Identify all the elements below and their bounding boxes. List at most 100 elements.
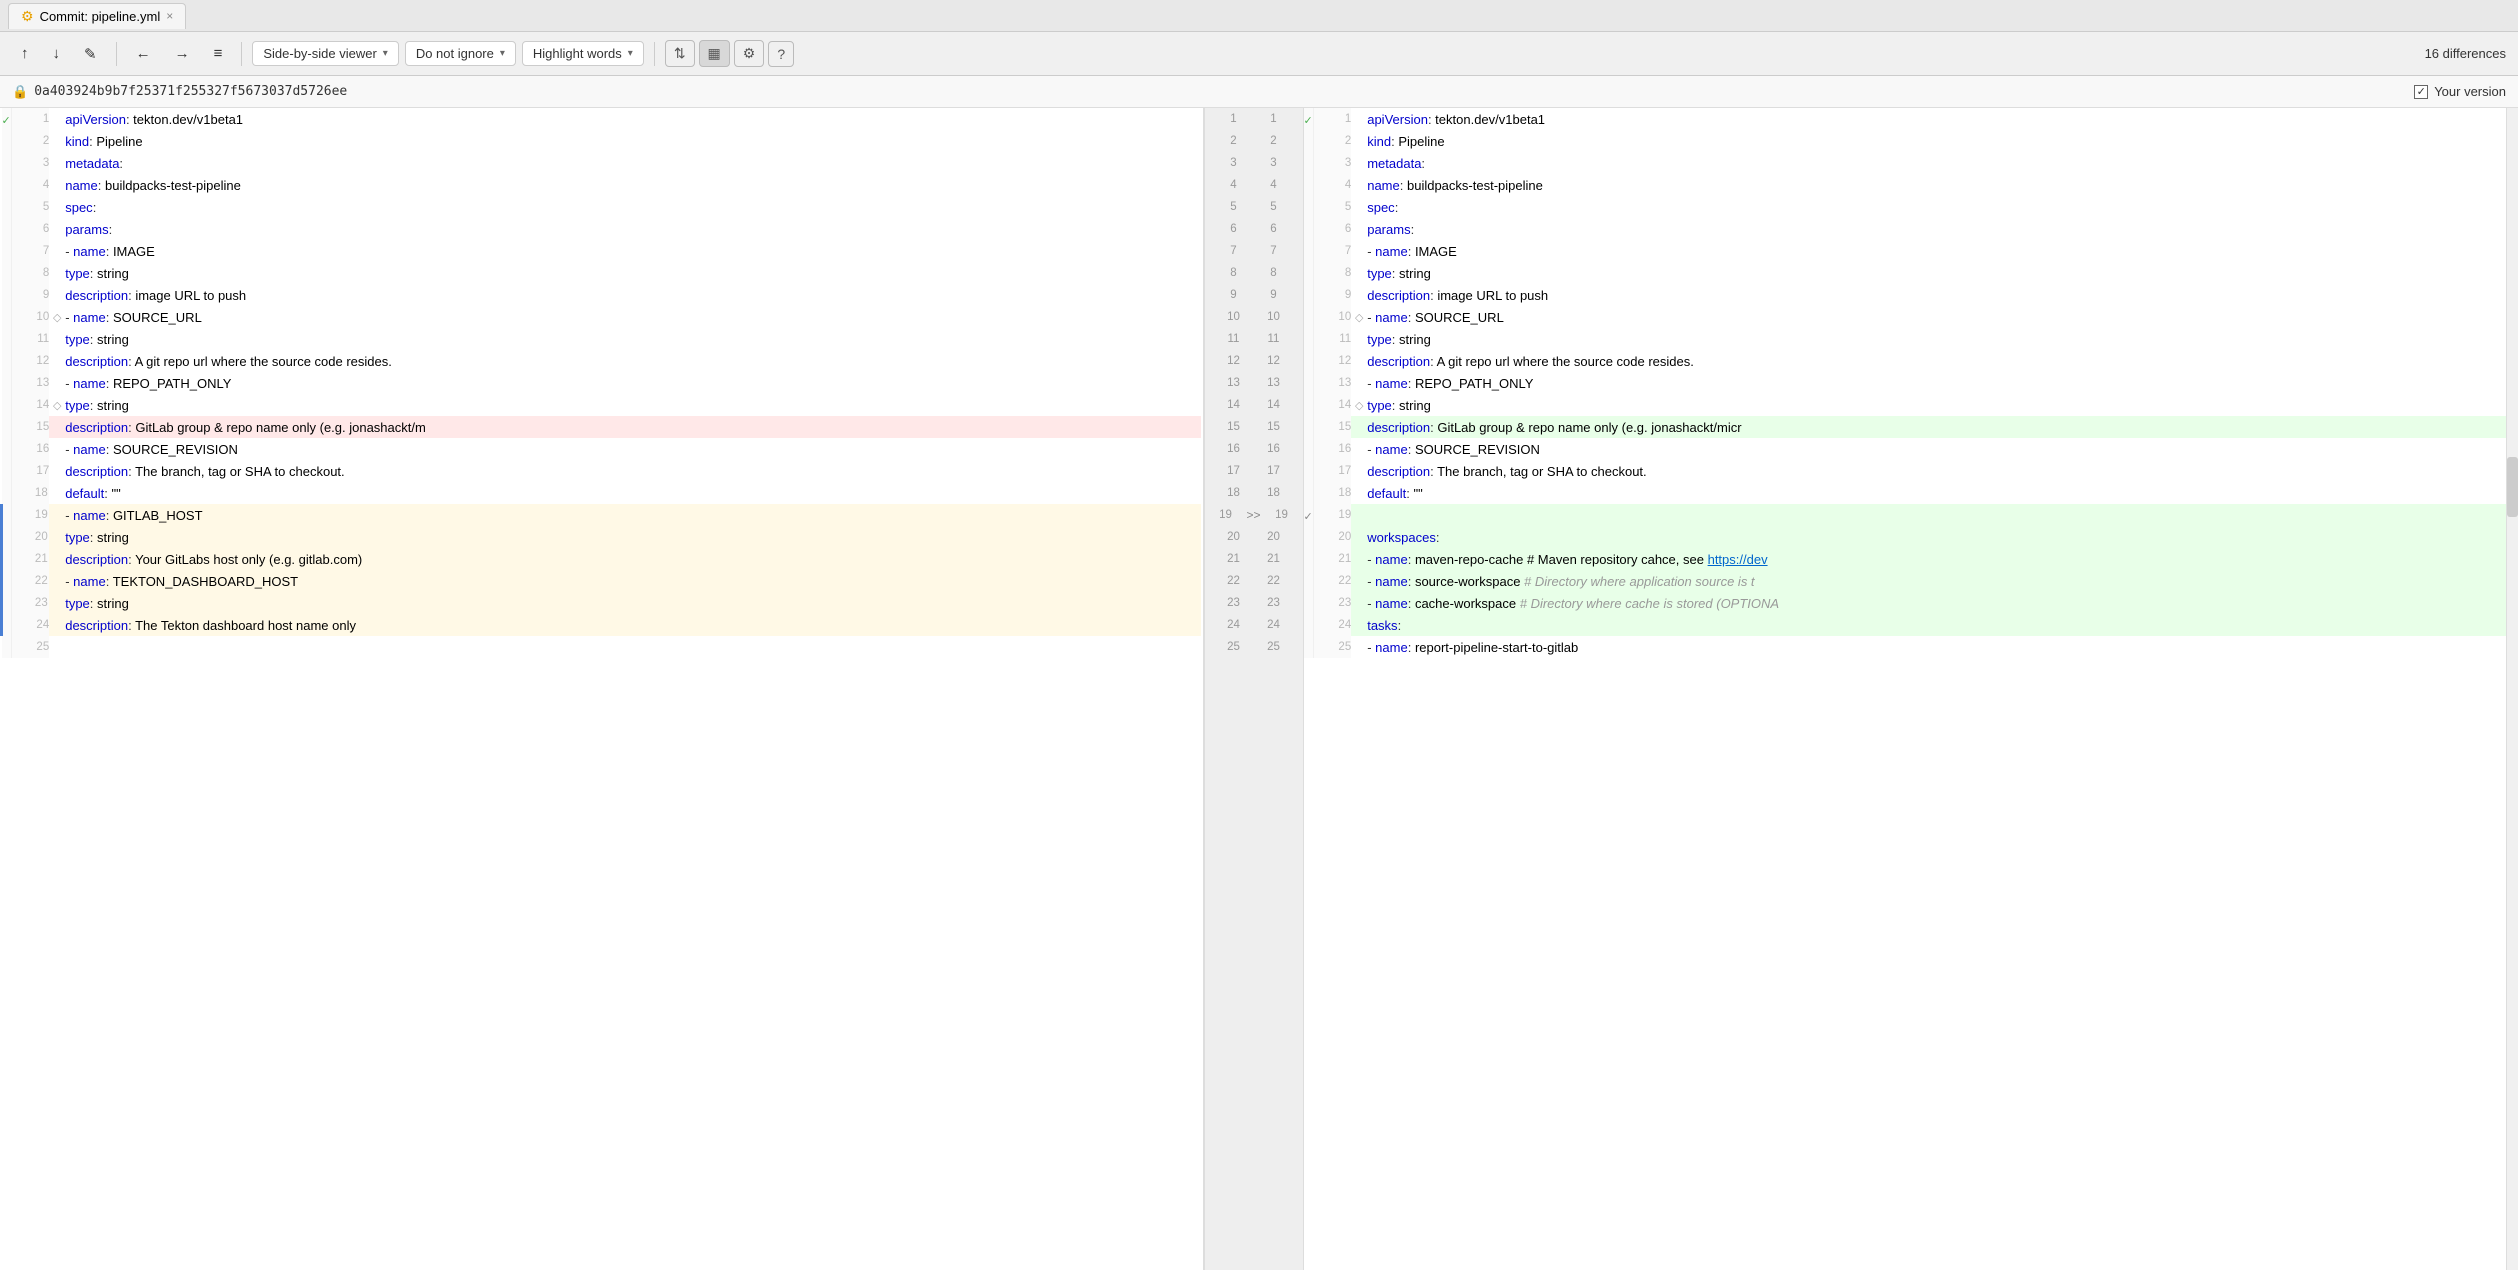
right-row-marker: [1351, 262, 1367, 284]
columns-icon-button[interactable]: ▦: [699, 40, 730, 67]
left-row-code: [65, 636, 1201, 658]
left-row-code: metadata:: [65, 152, 1201, 174]
right-diff-panel[interactable]: ✓ 1 apiVersion: tekton.dev/v1beta1 2 kin…: [1304, 108, 2507, 1270]
left-row-linenum: 24: [11, 614, 49, 636]
ignore-dropdown[interactable]: Do not ignore ▾: [405, 41, 516, 66]
left-row-linenum: 3: [11, 152, 49, 174]
center-left-linenum: 22: [1215, 575, 1253, 587]
settings-icon-button[interactable]: ⚙: [734, 40, 765, 67]
left-row-linenum: 6: [11, 218, 49, 240]
tab-file-icon: ⚙: [21, 8, 34, 25]
right-diff-row: 9 description: image URL to push: [1304, 284, 2507, 306]
right-row-linenum: 24: [1313, 614, 1351, 636]
right-row-linenum: 13: [1313, 372, 1351, 394]
center-right-linenum: 5: [1255, 201, 1293, 213]
right-diff-row: 2 kind: Pipeline: [1304, 130, 2507, 152]
right-row-code: - name: maven-repo-cache # Maven reposit…: [1367, 548, 2506, 570]
center-right-linenum: 13: [1255, 377, 1293, 389]
right-diff-table: ✓ 1 apiVersion: tekton.dev/v1beta1 2 kin…: [1304, 108, 2507, 658]
left-row-marker: [49, 482, 65, 504]
right-diff-row: 13 - name: REPO_PATH_ONLY: [1304, 372, 2507, 394]
right-row-gutter: [1304, 614, 1314, 636]
viewer-dropdown[interactable]: Side-by-side viewer ▾: [252, 41, 398, 66]
scrollbar-thumb[interactable]: [2507, 457, 2518, 517]
right-row-gutter: [1304, 174, 1314, 196]
left-row-code: type: string: [65, 328, 1201, 350]
left-row-linenum: 17: [11, 460, 49, 482]
right-row-marker: [1351, 130, 1367, 152]
center-right-linenum: 1: [1255, 113, 1293, 125]
left-row-linenum: 20: [11, 526, 49, 548]
right-row-gutter: [1304, 130, 1314, 152]
tab-pipeline-yml[interactable]: ⚙ Commit: pipeline.yml ×: [8, 3, 186, 29]
left-row-code: - name: SOURCE_REVISION: [65, 438, 1201, 460]
sync-icon-button[interactable]: ⇅: [665, 40, 695, 67]
your-version-checkbox[interactable]: ✓: [2414, 85, 2428, 99]
center-left-linenum: 4: [1215, 179, 1253, 191]
left-diff-row: 25: [2, 636, 1202, 658]
right-row-gutter: [1304, 306, 1314, 328]
right-row-code: [1367, 504, 2506, 526]
left-row-marker: ◇: [49, 394, 65, 416]
center-right-linenum: 15: [1255, 421, 1293, 433]
right-row-linenum: 14: [1313, 394, 1351, 416]
left-row-code: description: The branch, tag or SHA to c…: [65, 460, 1201, 482]
scroll-down-button[interactable]: ↓: [44, 40, 70, 67]
left-diff-row: 4 name: buildpacks-test-pipeline: [2, 174, 1202, 196]
left-row-linenum: 5: [11, 196, 49, 218]
center-right-linenum: 4: [1255, 179, 1293, 191]
tab-close-button[interactable]: ×: [166, 9, 173, 23]
right-row-marker: [1351, 108, 1367, 130]
right-diff-row: 21 - name: maven-repo-cache # Maven repo…: [1304, 548, 2507, 570]
right-row-marker: [1351, 504, 1367, 526]
left-row-linenum: 15: [11, 416, 49, 438]
left-row-marker: [49, 108, 65, 130]
left-diff-panel[interactable]: ✓ 1 apiVersion: tekton.dev/v1beta1 2 kin…: [0, 108, 1204, 1270]
left-row-marker: [49, 438, 65, 460]
center-gutter-row: 7 7: [1205, 240, 1303, 262]
center-left-linenum: 15: [1215, 421, 1253, 433]
help-icon-button[interactable]: ?: [768, 41, 794, 67]
right-row-gutter: [1304, 350, 1314, 372]
left-row-marker: [49, 570, 65, 592]
right-row-linenum: 9: [1313, 284, 1351, 306]
center-gutter-row: 17 17: [1205, 460, 1303, 482]
highlight-dropdown[interactable]: Highlight words ▾: [522, 41, 644, 66]
left-row-linenum: 18: [11, 482, 49, 504]
left-diff-row: 9 description: image URL to push: [2, 284, 1202, 306]
right-diff-row: 12 description: A git repo url where the…: [1304, 350, 2507, 372]
right-row-marker: [1351, 636, 1367, 658]
right-row-gutter: [1304, 372, 1314, 394]
back-button[interactable]: ←: [127, 40, 160, 67]
left-row-gutter: [2, 262, 12, 284]
left-row-code: - name: REPO_PATH_ONLY: [65, 372, 1201, 394]
right-row-linenum: 4: [1313, 174, 1351, 196]
center-left-linenum: 13: [1215, 377, 1253, 389]
left-row-linenum: 9: [11, 284, 49, 306]
left-diff-row: 10 ◇ - name: SOURCE_URL: [2, 306, 1202, 328]
forward-button[interactable]: →: [166, 40, 199, 67]
left-row-gutter: [2, 218, 12, 240]
scroll-up-button[interactable]: ↑: [12, 40, 38, 67]
edit-button[interactable]: ✎: [75, 40, 106, 68]
center-left-linenum: 17: [1215, 465, 1253, 477]
left-row-linenum: 11: [11, 328, 49, 350]
right-row-marker: [1351, 526, 1367, 548]
center-gutter-row: 15 15: [1205, 416, 1303, 438]
center-right-linenum: 17: [1255, 465, 1293, 477]
right-row-marker: [1351, 438, 1367, 460]
center-gutter-row: 13 13: [1205, 372, 1303, 394]
left-row-linenum: 7: [11, 240, 49, 262]
left-diff-row: 11 type: string: [2, 328, 1202, 350]
left-diff-row: 17 description: The branch, tag or SHA t…: [2, 460, 1202, 482]
scrollbar-track[interactable]: [2506, 108, 2518, 1270]
right-diff-row: 7 - name: IMAGE: [1304, 240, 2507, 262]
list-button[interactable]: ≡: [205, 40, 232, 67]
left-diff-row: 5 spec:: [2, 196, 1202, 218]
left-row-marker: [49, 548, 65, 570]
center-left-linenum: 9: [1215, 289, 1253, 301]
center-right-linenum: 16: [1255, 443, 1293, 455]
right-row-code: type: string: [1367, 328, 2506, 350]
center-gutter-row: 3 3: [1205, 152, 1303, 174]
your-version-label: Your version: [2434, 84, 2506, 99]
